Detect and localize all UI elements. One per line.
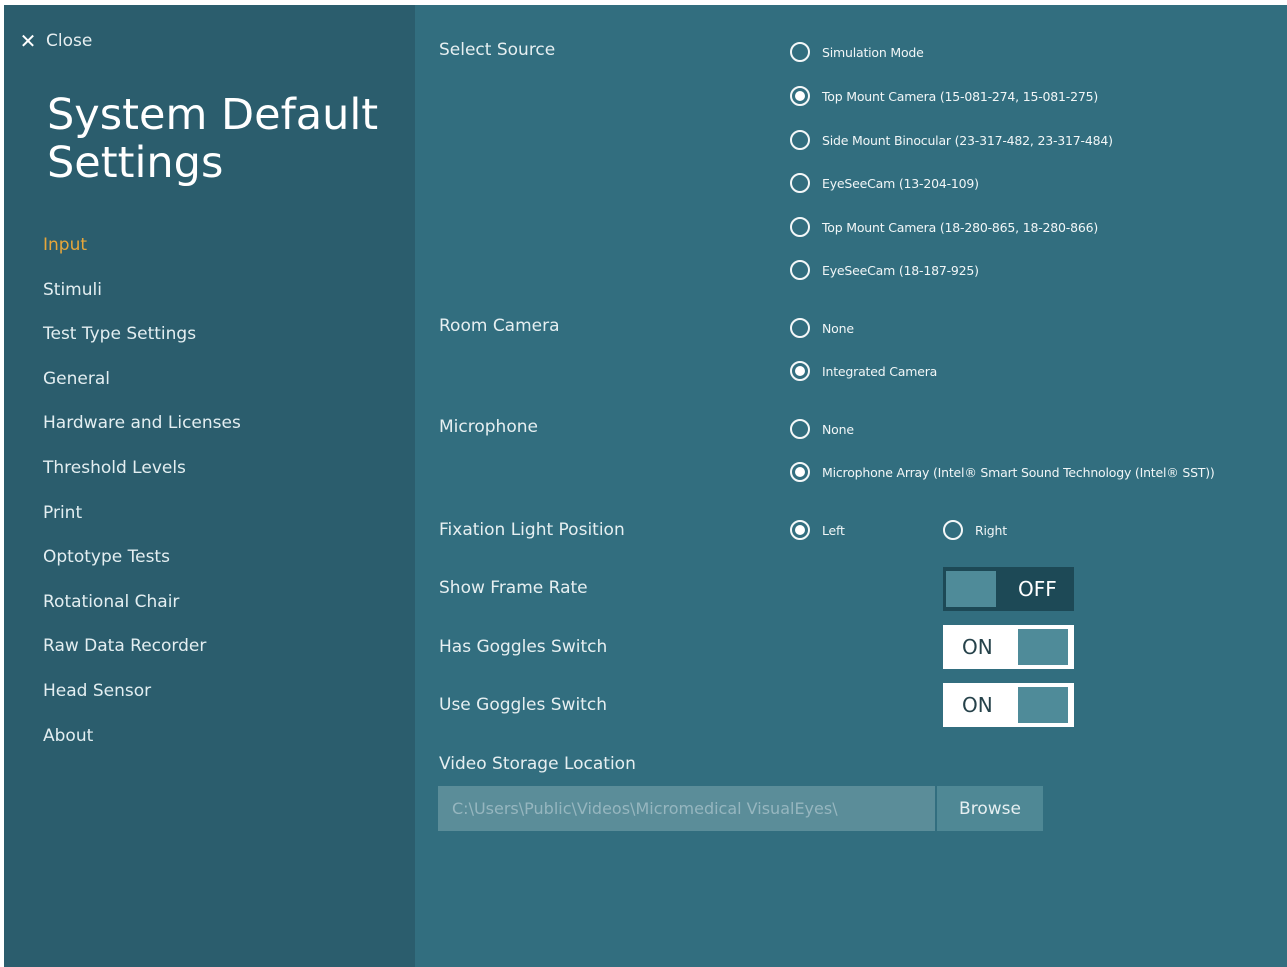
nav-item-test-type-settings[interactable]: Test Type Settings <box>43 312 241 357</box>
option-label: EyeSeeCam (13-204-109) <box>822 175 979 191</box>
nav-item-raw-data-recorder[interactable]: Raw Data Recorder <box>43 624 241 669</box>
option-label: Side Mount Binocular (23-317-482, 23-317… <box>822 132 1113 148</box>
video-storage-path-input[interactable] <box>438 786 935 831</box>
close-icon: ✕ <box>19 29 37 53</box>
source-option-top-mount-camera-1[interactable]: Top Mount Camera (15-081-274, 15-081-275… <box>790 83 1098 109</box>
option-label: None <box>822 320 854 336</box>
radio-button[interactable] <box>790 173 810 193</box>
microphone-option-array[interactable]: Microphone Array (Intel® Smart Sound Tec… <box>790 459 1215 485</box>
page-title: System Default Settings <box>47 90 379 188</box>
show-frame-rate-toggle[interactable]: OFF <box>943 567 1074 611</box>
browse-button[interactable]: Browse <box>937 786 1043 831</box>
settings-nav: Input Stimuli Test Type Settings General… <box>43 223 241 758</box>
nav-item-input[interactable]: Input <box>43 223 241 268</box>
radio-button[interactable] <box>790 42 810 62</box>
toggle-knob <box>1018 687 1068 723</box>
radio-button[interactable] <box>790 462 810 482</box>
nav-item-print[interactable]: Print <box>43 491 241 536</box>
radio-button[interactable] <box>790 361 810 381</box>
fixation-light-label: Fixation Light Position <box>439 520 625 540</box>
close-button[interactable]: ✕ Close <box>18 27 93 55</box>
option-label: Top Mount Camera (18-280-865, 18-280-866… <box>822 219 1099 235</box>
radio-button[interactable] <box>790 86 810 106</box>
option-label: Microphone Array (Intel® Smart Sound Tec… <box>822 464 1215 480</box>
room-camera-label: Room Camera <box>439 316 560 336</box>
radio-button[interactable] <box>790 130 810 150</box>
radio-button[interactable] <box>790 260 810 280</box>
fixation-option-right[interactable]: Right <box>943 517 1007 543</box>
toggle-knob <box>1018 629 1068 665</box>
option-label: None <box>822 421 854 437</box>
option-label: EyeSeeCam (18-187-925) <box>822 262 979 278</box>
nav-item-rotational-chair[interactable]: Rotational Chair <box>43 580 241 625</box>
toggle-state: ON <box>962 693 993 717</box>
option-label: Right <box>975 522 1007 538</box>
nav-item-general[interactable]: General <box>43 357 241 402</box>
source-option-eyeseecam-2[interactable]: EyeSeeCam (18-187-925) <box>790 257 979 283</box>
room-camera-option-integrated[interactable]: Integrated Camera <box>790 358 937 384</box>
source-option-top-mount-camera-2[interactable]: Top Mount Camera (18-280-865, 18-280-866… <box>790 214 1098 240</box>
option-label: Integrated Camera <box>822 363 938 379</box>
nav-item-threshold-levels[interactable]: Threshold Levels <box>43 446 241 491</box>
has-goggles-switch-label: Has Goggles Switch <box>439 637 608 657</box>
nav-item-optotype-tests[interactable]: Optotype Tests <box>43 535 241 580</box>
nav-item-stimuli[interactable]: Stimuli <box>43 268 241 313</box>
settings-panel: Select Source Simulation Mode Top Mount … <box>415 5 1287 967</box>
close-label: Close <box>46 31 93 51</box>
toggle-state: OFF <box>1018 577 1057 601</box>
microphone-label: Microphone <box>439 417 538 437</box>
nav-item-about[interactable]: About <box>43 714 241 759</box>
nav-item-hardware-and-licenses[interactable]: Hardware and Licenses <box>43 401 241 446</box>
video-storage-label: Video Storage Location <box>439 754 636 774</box>
select-source-label: Select Source <box>439 40 556 60</box>
radio-button[interactable] <box>790 217 810 237</box>
show-frame-rate-label: Show Frame Rate <box>439 578 588 598</box>
radio-button[interactable] <box>790 318 810 338</box>
microphone-option-none[interactable]: None <box>790 416 854 442</box>
sidebar: ✕ Close System Default Settings Input St… <box>4 5 415 967</box>
has-goggles-switch-toggle[interactable]: ON <box>943 625 1074 669</box>
source-option-side-mount-binocular[interactable]: Side Mount Binocular (23-317-482, 23-317… <box>790 127 1113 153</box>
radio-button[interactable] <box>790 520 810 540</box>
source-option-eyeseecam-1[interactable]: EyeSeeCam (13-204-109) <box>790 170 979 196</box>
radio-button[interactable] <box>943 520 963 540</box>
source-option-simulation-mode[interactable]: Simulation Mode <box>790 39 924 65</box>
option-label: Left <box>822 522 845 538</box>
use-goggles-switch-label: Use Goggles Switch <box>439 695 607 715</box>
use-goggles-switch-toggle[interactable]: ON <box>943 683 1074 727</box>
option-label: Simulation Mode <box>822 44 924 60</box>
toggle-knob <box>946 571 996 607</box>
room-camera-option-none[interactable]: None <box>790 315 854 341</box>
toggle-state: ON <box>962 635 993 659</box>
fixation-option-left[interactable]: Left <box>790 517 845 543</box>
radio-button[interactable] <box>790 419 810 439</box>
nav-item-head-sensor[interactable]: Head Sensor <box>43 669 241 714</box>
option-label: Top Mount Camera (15-081-274, 15-081-275… <box>822 88 1099 104</box>
